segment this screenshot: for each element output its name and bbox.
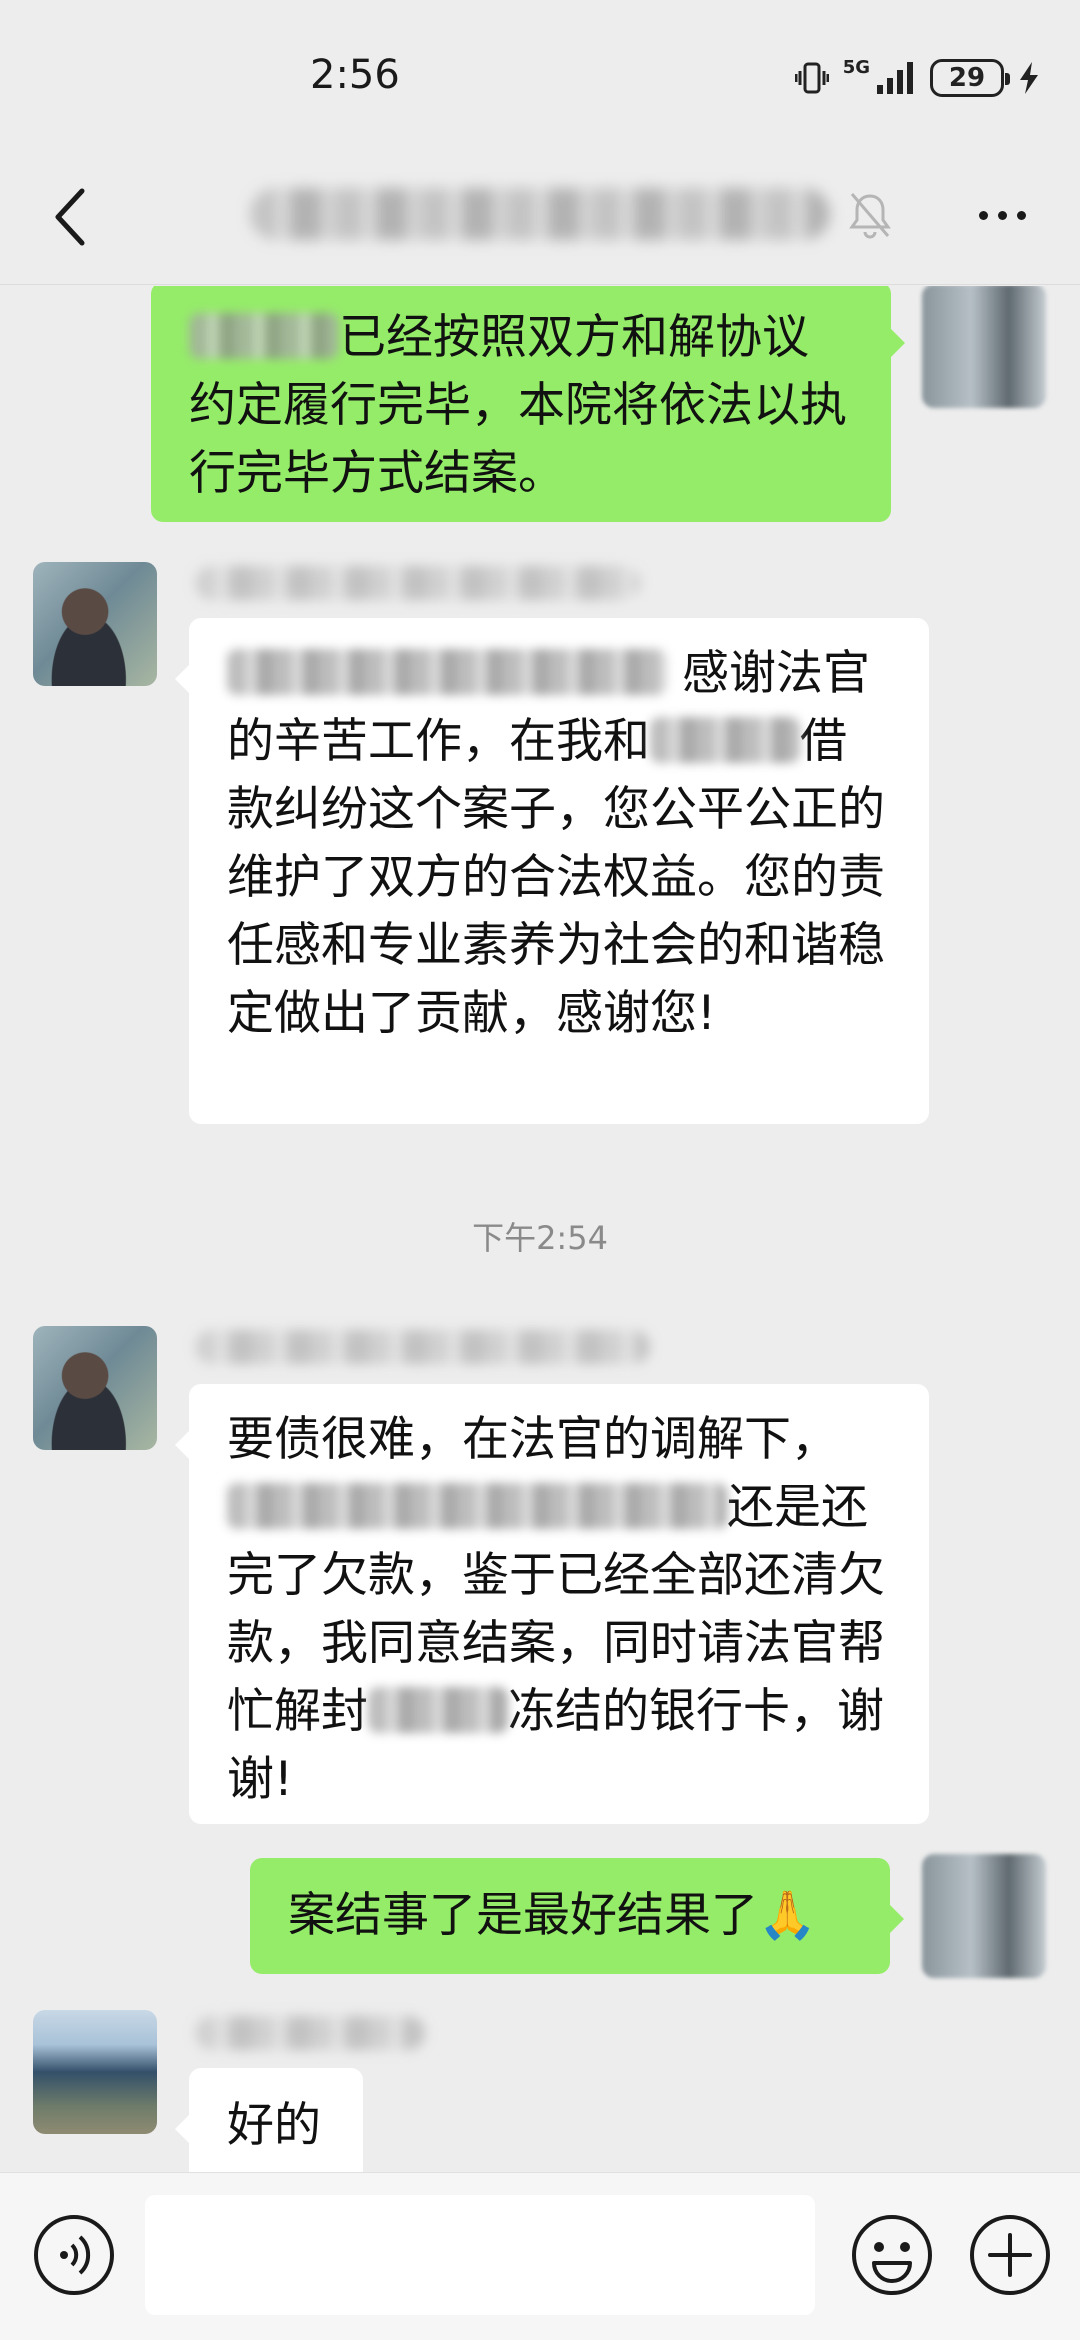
avatar-contact[interactable] [33, 562, 157, 686]
smile-icon [852, 2215, 932, 2295]
message-bubble-incoming[interactable]: 要债很难，在法官的调解下，还是还完了欠款，鉴于已经全部还清欠款，我同意结案，同时… [175, 1384, 929, 1824]
back-button[interactable] [40, 182, 100, 252]
chat-title-bar [0, 150, 1080, 285]
redacted-name [650, 717, 800, 763]
signal-icon [876, 61, 916, 95]
sender-name-redacted [195, 1330, 650, 1364]
more-actions-button[interactable] [966, 2211, 1054, 2303]
status-time: 2:56 [310, 52, 400, 98]
avatar-contact[interactable] [33, 2010, 157, 2134]
redacted-name [189, 313, 339, 359]
emoji-button[interactable] [848, 2211, 936, 2303]
voice-input-button[interactable] [30, 2211, 118, 2303]
redacted-name [227, 649, 667, 695]
chat-message-list[interactable]: 已经按照双方和解协议约定履行完毕，本院将依法以执行完毕方式结案。 感谢法官的辛苦… [0, 286, 1080, 2172]
message-input-bar [0, 2172, 1080, 2340]
message-bubble-incoming[interactable]: 感谢法官的辛苦工作，在我和 借款纠纷这个案子，您公平公正的维护了双方的合法权益。您… [175, 618, 929, 1124]
sender-name-redacted [195, 2016, 425, 2050]
message-input[interactable] [145, 2195, 815, 2315]
message-text: 好的 [227, 2098, 321, 2153]
avatar-self[interactable] [922, 1854, 1046, 1978]
redacted-name [227, 1483, 727, 1529]
more-dot [1016, 210, 1026, 220]
network-type-label: 5G [842, 57, 870, 78]
chevron-left-icon [55, 188, 85, 246]
message-text: 要债很难，在法官的调解下， [227, 1412, 838, 1467]
timestamp-divider: 下午2:54 [472, 1219, 608, 1257]
message-text: 案结事了是最好结果了 [288, 1888, 758, 1943]
message-bubble-outgoing[interactable]: 已经按照双方和解协议约定履行完毕，本院将依法以执行完毕方式结案。 [151, 286, 905, 522]
status-bar: 2:56 5G 29 [0, 0, 1080, 150]
bell-off-icon [848, 190, 892, 244]
more-dot [978, 210, 988, 220]
plus-circle-icon [970, 2215, 1050, 2295]
battery-icon: 29 [930, 59, 1010, 97]
redacted-name [368, 1687, 508, 1733]
avatar-self[interactable] [922, 286, 1046, 408]
more-options-button[interactable] [964, 190, 1040, 240]
avatar-contact[interactable] [33, 1326, 157, 1450]
vibrate-icon [794, 61, 829, 95]
chat-title-redacted [250, 188, 830, 240]
message-bubble-outgoing[interactable]: 案结事了是最好结果了🙏 [250, 1858, 904, 1974]
folded-hands-emoji: 🙏 [758, 1888, 817, 1943]
status-icons: 5G 29 [794, 56, 1040, 100]
message-bubble-incoming[interactable]: 好的 [175, 2068, 363, 2172]
voice-icon [34, 2215, 114, 2295]
battery-level: 29 [948, 63, 986, 93]
sender-name-redacted [195, 566, 640, 600]
more-dot [997, 210, 1007, 220]
charging-icon [1018, 61, 1040, 95]
